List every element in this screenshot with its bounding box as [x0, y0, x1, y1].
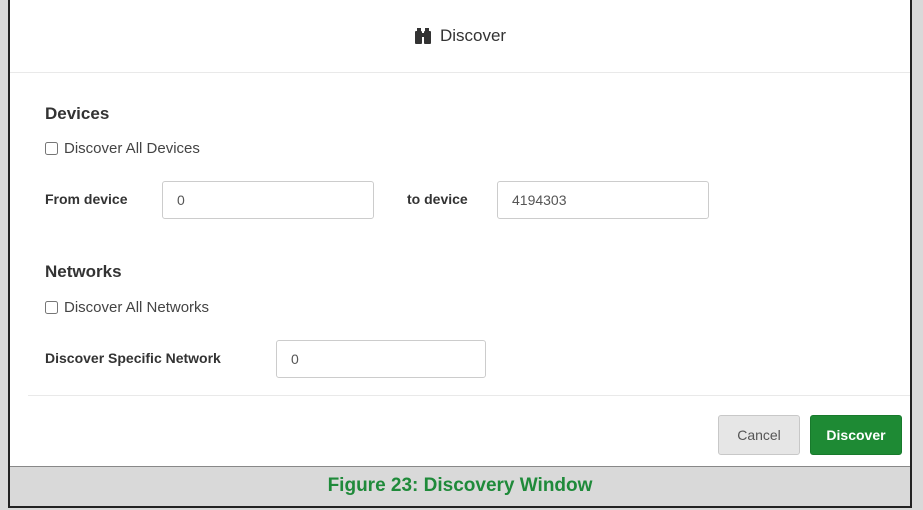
figure-caption: Figure 23: Discovery Window	[327, 475, 593, 496]
to-device-input[interactable]	[497, 181, 709, 219]
discover-dialog: Discover Devices Discover All Devices Fr…	[10, 0, 910, 467]
to-device-label: to device	[407, 191, 468, 207]
discover-button[interactable]: Discover	[810, 415, 902, 455]
figure-frame: Discover Devices Discover All Devices Fr…	[8, 0, 912, 508]
from-device-label: From device	[45, 191, 128, 207]
networks-section-title: Networks	[45, 262, 122, 281]
footer-divider	[28, 395, 910, 396]
discover-specific-network-label: Discover Specific Network	[45, 350, 221, 366]
cancel-button[interactable]: Cancel	[718, 415, 800, 455]
discover-all-devices-checkbox[interactable]	[45, 142, 58, 155]
binoculars-icon	[414, 28, 432, 44]
discover-all-networks-row[interactable]: Discover All Networks	[45, 299, 209, 316]
discover-all-networks-checkbox[interactable]	[45, 301, 58, 314]
devices-section-title: Devices	[45, 104, 110, 123]
discover-specific-network-input[interactable]	[276, 340, 486, 378]
discover-all-devices-row[interactable]: Discover All Devices	[45, 140, 200, 157]
from-device-input[interactable]	[162, 181, 374, 219]
dialog-header: Discover	[10, 0, 910, 73]
discover-all-devices-label: Discover All Devices	[64, 140, 200, 157]
discover-all-networks-label: Discover All Networks	[64, 299, 210, 316]
dialog-title: Discover	[439, 26, 507, 45]
